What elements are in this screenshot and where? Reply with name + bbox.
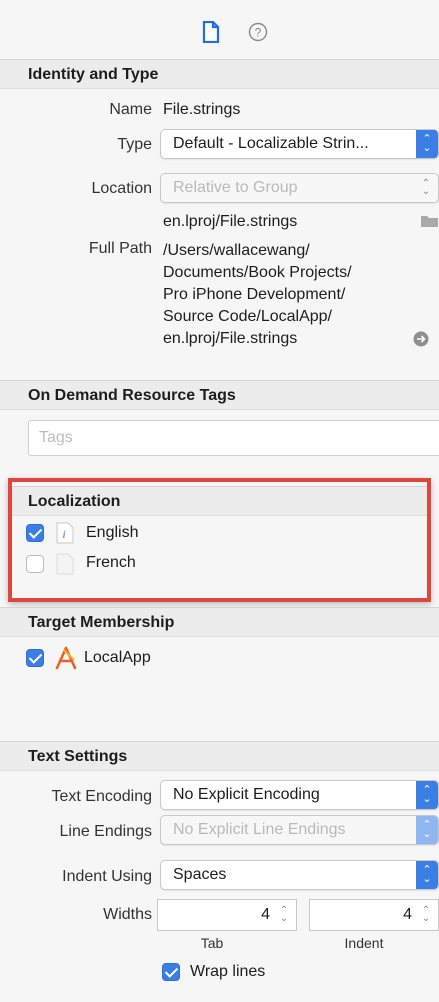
tab-width-value: 4: [261, 906, 270, 923]
tab-label: Tab: [200, 935, 224, 951]
indent-label: Indent: [344, 935, 384, 951]
chevron-updown-icon: ⌃ ⌄: [416, 861, 438, 889]
fullpath-line: /Users/wallacewang/: [163, 242, 310, 259]
text-encoding-value: No Explicit Encoding: [173, 786, 320, 803]
inspector-toolbar: ?: [0, 0, 439, 61]
file-icon[interactable]: [202, 20, 220, 48]
svg-text:?: ?: [255, 26, 262, 40]
indent-width-field[interactable]: 4 ⌃ ⌄: [309, 899, 439, 931]
name-value[interactable]: File.strings: [163, 101, 240, 119]
localization-highlight-box: [8, 478, 431, 602]
line-endings-value: No Explicit Line Endings: [173, 821, 346, 838]
name-label: Name: [109, 101, 152, 118]
wrap-lines-checkbox[interactable]: [162, 963, 180, 981]
on-demand-resource-tags-header: On Demand Resource Tags: [0, 380, 439, 410]
wrap-lines-row[interactable]: Wrap lines: [162, 960, 362, 986]
indent-using-value: Spaces: [173, 866, 227, 883]
chevron-updown-icon: ⌃ ⌄: [416, 781, 438, 809]
location-path: en.lproj/File.strings: [163, 213, 298, 230]
fullpath-label: Full Path: [88, 240, 152, 257]
localapp-label: LocalApp: [84, 649, 151, 666]
location-popup[interactable]: Relative to Group ⌃ ⌄: [160, 173, 439, 203]
fullpath-line: Pro iPhone Development/: [163, 286, 346, 303]
fullpath-line: Source Code/LocalApp/: [163, 308, 332, 325]
folder-icon[interactable]: [420, 213, 439, 233]
stepper-icon[interactable]: ⌃ ⌄: [418, 901, 434, 929]
chevron-updown-icon: ⌃ ⌄: [421, 178, 431, 197]
widths-label: Widths: [103, 906, 152, 923]
chevron-updown-icon: ⌃ ⌄: [416, 130, 438, 158]
fullpath-value: /Users/wallacewang/ Documents/Book Proje…: [163, 240, 352, 350]
type-popup[interactable]: Default - Localizable Strin... ⌃ ⌄: [160, 129, 439, 159]
fullpath-line: en.lproj/File.strings: [163, 330, 298, 347]
stepper-icon[interactable]: ⌃ ⌄: [276, 901, 292, 929]
chevron-updown-icon: ⌃ ⌄: [416, 816, 438, 844]
type-popup-value: Default - Localizable Strin...: [173, 135, 369, 152]
indent-width-value: 4: [403, 906, 412, 923]
fullpath-line: Documents/Book Projects/: [163, 264, 352, 281]
text-encoding-label: Text Encoding: [51, 788, 152, 805]
reveal-arrow-icon[interactable]: [413, 331, 429, 352]
tags-placeholder: Tags: [39, 429, 73, 446]
localapp-checkbox[interactable]: [26, 649, 44, 667]
wrap-lines-label: Wrap lines: [190, 963, 266, 980]
text-settings-header: Text Settings: [0, 741, 439, 771]
app-target-icon: [54, 646, 78, 675]
line-endings-label: Line Endings: [59, 823, 152, 840]
target-row-localapp[interactable]: LocalApp: [26, 646, 326, 672]
location-label: Location: [91, 180, 153, 197]
identity-and-type-header: Identity and Type: [0, 59, 439, 89]
help-icon[interactable]: ?: [248, 22, 268, 47]
line-endings-popup[interactable]: No Explicit Line Endings ⌃ ⌄: [160, 815, 439, 845]
tags-input[interactable]: Tags: [28, 420, 439, 456]
indent-using-popup[interactable]: Spaces ⌃ ⌄: [160, 860, 439, 890]
text-encoding-popup[interactable]: No Explicit Encoding ⌃ ⌄: [160, 780, 439, 810]
target-membership-header: Target Membership: [0, 607, 439, 637]
tab-width-field[interactable]: 4 ⌃ ⌄: [157, 899, 297, 931]
type-label: Type: [117, 136, 152, 153]
indent-using-label: Indent Using: [62, 868, 152, 885]
location-popup-value: Relative to Group: [173, 179, 298, 196]
